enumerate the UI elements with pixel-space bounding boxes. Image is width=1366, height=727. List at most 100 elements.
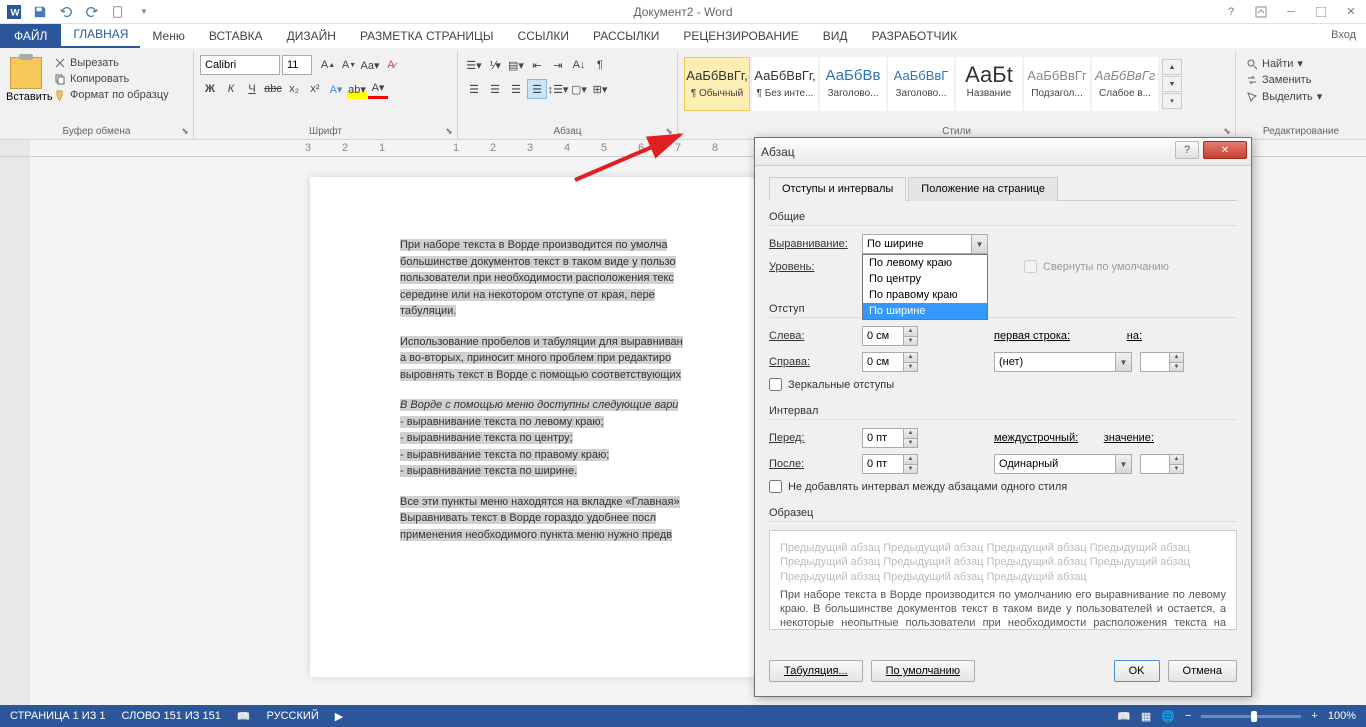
style-subtitle[interactable]: АаБбВвГгПодзагол... <box>1024 57 1090 111</box>
zoom-slider[interactable] <box>1201 715 1301 718</box>
superscript-icon[interactable]: x² <box>305 79 325 99</box>
align-right-icon[interactable]: ☰ <box>506 79 526 99</box>
styles-scroll-down-icon[interactable]: ▼ <box>1162 76 1182 92</box>
align-option-center[interactable]: По центру <box>863 271 987 287</box>
select-button[interactable]: Выделить ▾ <box>1242 88 1326 105</box>
zoom-out-icon[interactable]: − <box>1185 710 1191 722</box>
zoom-in-icon[interactable]: + <box>1311 710 1317 722</box>
alignment-combo[interactable]: По ширине▼ По левому краю По центру По п… <box>862 234 988 254</box>
paragraph-launcher-icon[interactable]: ⬊ <box>663 125 675 137</box>
style-gallery[interactable]: АаБбВвГг,¶ Обычный АаБбВвГг,¶ Без инте..… <box>684 55 1176 111</box>
status-words[interactable]: СЛОВО 151 ИЗ 151 <box>122 710 221 722</box>
view-print-icon[interactable]: ▦ <box>1141 710 1151 723</box>
clipboard-launcher-icon[interactable]: ⬊ <box>179 125 191 137</box>
dialog-help-icon[interactable]: ? <box>1175 141 1199 159</box>
sign-in-link[interactable]: Вход <box>1331 29 1356 41</box>
mirror-indents-checkbox[interactable]: Зеркальные отступы <box>769 378 894 391</box>
borders-icon[interactable]: ⊞▾ <box>590 79 610 99</box>
close-icon[interactable]: ✕ <box>1336 0 1366 24</box>
decrease-indent-icon[interactable]: ⇤ <box>527 55 547 75</box>
ribbon-collapse-icon[interactable] <box>1246 0 1276 24</box>
dialog-tab-indents[interactable]: Отступы и интервалы <box>769 177 906 201</box>
italic-icon[interactable]: К <box>221 79 241 99</box>
no-space-checkbox[interactable]: Не добавлять интервал между абзацами одн… <box>769 480 1067 493</box>
line-spacing-combo[interactable]: Одинарный▼ <box>994 454 1132 474</box>
tab-mailings[interactable]: РАССЫЛКИ <box>581 24 671 48</box>
align-option-right[interactable]: По правому краю <box>863 287 987 303</box>
replace-button[interactable]: Заменить <box>1242 72 1326 88</box>
status-macro-icon[interactable]: ▶ <box>335 710 343 723</box>
qat-customize-icon[interactable]: ▼ <box>134 2 154 22</box>
tab-developer[interactable]: РАЗРАБОТЧИК <box>860 24 970 48</box>
text-effects-icon[interactable]: A▾ <box>326 79 346 99</box>
paste-button[interactable]: Вставить <box>6 55 46 103</box>
font-launcher-icon[interactable]: ⬊ <box>443 125 455 137</box>
tab-home[interactable]: ГЛАВНАЯ <box>61 22 140 48</box>
new-doc-icon[interactable] <box>108 2 128 22</box>
tabs-button[interactable]: Табуляция... <box>769 660 863 682</box>
tab-file[interactable]: ФАЙЛ <box>0 24 61 48</box>
spacing-before-spinner[interactable]: 0 пт▲▼ <box>862 428 918 448</box>
font-name-combo[interactable]: Calibri <box>200 55 280 75</box>
dialog-titlebar[interactable]: Абзац ? ✕ <box>755 138 1251 166</box>
tab-review[interactable]: РЕЦЕНЗИРОВАНИЕ <box>671 24 810 48</box>
style-heading1[interactable]: АаБбВвЗаголово... <box>820 57 886 111</box>
format-painter-button[interactable]: Формат по образцу <box>50 87 173 103</box>
change-case-icon[interactable]: Aa▾ <box>360 55 380 75</box>
show-marks-icon[interactable]: ¶ <box>590 55 610 75</box>
align-option-left[interactable]: По левому краю <box>863 255 987 271</box>
cancel-button[interactable]: Отмена <box>1168 660 1237 682</box>
numbering-icon[interactable]: ⅟▾ <box>485 55 505 75</box>
strike-icon[interactable]: abc <box>263 79 283 99</box>
align-justify-icon[interactable]: ☰ <box>527 79 547 99</box>
word-icon[interactable]: W <box>4 2 24 22</box>
style-title[interactable]: АаБtНазвание <box>956 57 1022 111</box>
font-size-combo[interactable]: 11 <box>282 55 312 75</box>
indent-right-spinner[interactable]: 0 см▲▼ <box>862 352 918 372</box>
ok-button[interactable]: OK <box>1114 660 1160 682</box>
style-subtle[interactable]: АаБбВвГгСлабое в... <box>1092 57 1158 111</box>
shading-icon[interactable]: ▢▾ <box>569 79 589 99</box>
help-icon[interactable]: ? <box>1216 0 1246 24</box>
cut-button[interactable]: Вырезать <box>50 55 173 71</box>
align-center-icon[interactable]: ☰ <box>485 79 505 99</box>
maximize-icon[interactable] <box>1306 0 1336 24</box>
save-icon[interactable] <box>30 2 50 22</box>
style-normal[interactable]: АаБбВвГг,¶ Обычный <box>684 57 750 111</box>
dialog-close-icon[interactable]: ✕ <box>1203 141 1247 159</box>
copy-button[interactable]: Копировать <box>50 71 173 87</box>
find-button[interactable]: Найти ▾ <box>1242 55 1326 72</box>
underline-icon[interactable]: Ч <box>242 79 262 99</box>
indent-by-spinner[interactable]: ▲▼ <box>1140 352 1184 372</box>
styles-scroll-up-icon[interactable]: ▲ <box>1162 59 1182 75</box>
sort-icon[interactable]: A↓ <box>569 55 589 75</box>
clear-format-icon[interactable]: A̷ <box>381 55 401 75</box>
style-heading2[interactable]: АаБбВвГЗаголово... <box>888 57 954 111</box>
subscript-icon[interactable]: x₂ <box>284 79 304 99</box>
spacing-at-spinner[interactable]: ▲▼ <box>1140 454 1184 474</box>
tab-view[interactable]: ВИД <box>811 24 860 48</box>
tab-menu[interactable]: Меню <box>140 24 196 48</box>
status-page[interactable]: СТРАНИЦА 1 ИЗ 1 <box>10 710 106 722</box>
minimize-icon[interactable]: ─ <box>1276 0 1306 24</box>
bullets-icon[interactable]: ☰▾ <box>464 55 484 75</box>
tab-insert[interactable]: ВСТАВКА <box>197 24 275 48</box>
align-left-icon[interactable]: ☰ <box>464 79 484 99</box>
styles-more-icon[interactable]: ▾ <box>1162 93 1182 109</box>
default-button[interactable]: По умолчанию <box>871 660 975 682</box>
status-language[interactable]: РУССКИЙ <box>267 710 319 722</box>
grow-font-icon[interactable]: A▲ <box>318 55 338 75</box>
multilevel-icon[interactable]: ▤▾ <box>506 55 526 75</box>
status-proofing-icon[interactable]: 📖 <box>237 710 251 723</box>
ruler-vertical[interactable] <box>0 157 30 705</box>
style-nospacing[interactable]: АаБбВвГг,¶ Без инте... <box>752 57 818 111</box>
firstline-combo[interactable]: (нет)▼ <box>994 352 1132 372</box>
shrink-font-icon[interactable]: A▼ <box>339 55 359 75</box>
highlight-icon[interactable]: ab▾ <box>347 79 367 99</box>
tab-references[interactable]: ССЫЛКИ <box>506 24 581 48</box>
increase-indent-icon[interactable]: ⇥ <box>548 55 568 75</box>
view-web-icon[interactable]: 🌐 <box>1161 710 1175 723</box>
zoom-level[interactable]: 100% <box>1328 710 1356 722</box>
dialog-tab-position[interactable]: Положение на странице <box>908 177 1058 201</box>
spacing-after-spinner[interactable]: 0 пт▲▼ <box>862 454 918 474</box>
